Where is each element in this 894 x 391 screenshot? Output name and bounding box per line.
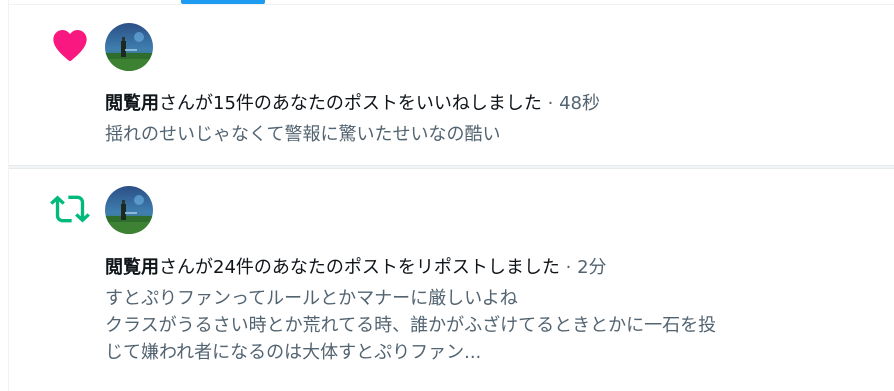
snippet-line: すとぷりファンってルールとかマナーに厳しいよね bbox=[105, 288, 518, 309]
user-name[interactable]: 閲覧用 bbox=[105, 93, 159, 114]
avatar[interactable] bbox=[105, 23, 153, 71]
notification-repost[interactable]: 閲覧用さんが24件のあなたのポストをリポストしました · 2分 すとぷりファンっ… bbox=[9, 169, 894, 391]
notifications-page: 閲覧用さんが15件のあなたのポストをいいねしました · 48秒 揺れのせいじゃな… bbox=[0, 0, 894, 391]
action-text: さんが15件のあなたのポストをいいねしました bbox=[159, 93, 542, 114]
action-text: さんが24件のあなたのポストをリポストしました bbox=[159, 257, 560, 278]
separator: · bbox=[559, 257, 578, 278]
separator: · bbox=[541, 93, 560, 114]
snippet-line: じて嫌われ者になるのは大体すとぷりファン... bbox=[105, 342, 482, 363]
notification-headline: 閲覧用さんが24件のあなたのポストをリポストしました · 2分 bbox=[105, 255, 607, 281]
snippet-line: 揺れのせいじゃなくて警報に驚いたせいなの酷い bbox=[105, 124, 501, 145]
repost-icon bbox=[50, 189, 90, 229]
notification-headline: 閲覧用さんが15件のあなたのポストをいいねしました · 48秒 bbox=[105, 91, 600, 117]
avatar[interactable] bbox=[105, 186, 153, 234]
post-snippet[interactable]: 揺れのせいじゃなくて警報に驚いたせいなの酷い bbox=[105, 121, 885, 148]
user-name[interactable]: 閲覧用 bbox=[105, 257, 159, 278]
timestamp[interactable]: 48秒 bbox=[559, 93, 600, 114]
post-snippet[interactable]: すとぷりファンってルールとかマナーに厳しいよね クラスがうるさい時とか荒れてる時… bbox=[105, 285, 885, 366]
timestamp[interactable]: 2分 bbox=[577, 257, 606, 278]
notification-like[interactable]: 閲覧用さんが15件のあなたのポストをいいねしました · 48秒 揺れのせいじゃな… bbox=[9, 5, 894, 165]
snippet-line: クラスがうるさい時とか荒れてる時、誰かがふざけてるときとかに一石を投 bbox=[105, 315, 717, 336]
heart-icon bbox=[50, 25, 90, 65]
